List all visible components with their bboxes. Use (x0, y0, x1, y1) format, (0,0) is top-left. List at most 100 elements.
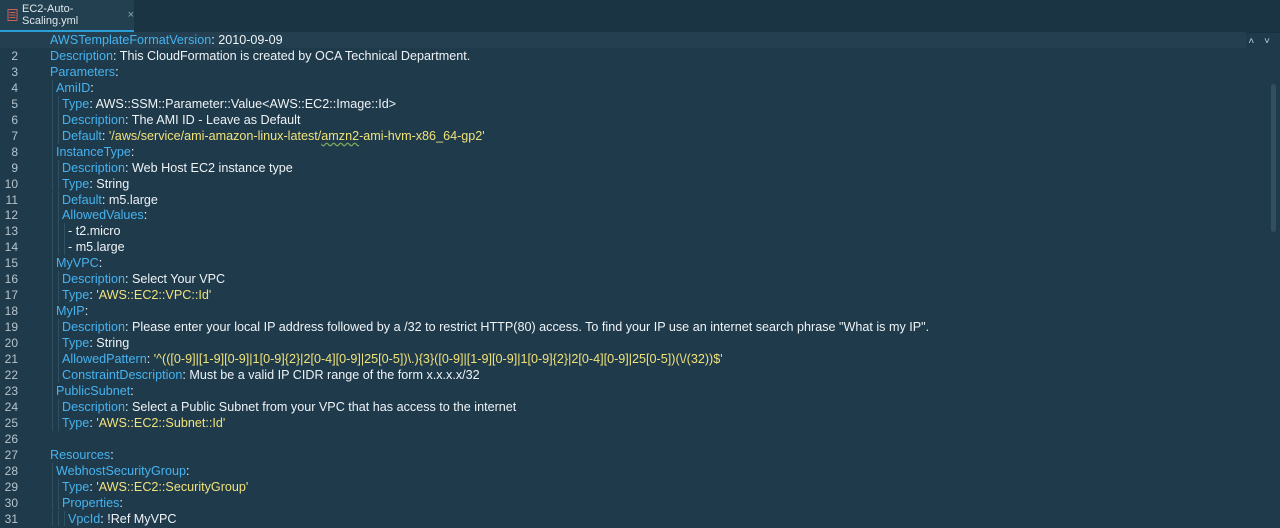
yaml-text: - t2.micro (68, 224, 121, 239)
yaml-key: AllowedPattern (62, 352, 147, 366)
indent-guide (52, 239, 53, 256)
indent-guide (58, 159, 59, 176)
vertical-scrollbar[interactable] (1271, 84, 1276, 232)
code-line[interactable]: WebhostSecurityGroup: (0, 463, 189, 479)
code-line[interactable]: Default: '/aws/service/ami-amazon-linux-… (0, 128, 485, 144)
code-area[interactable]: AWSTemplateFormatVersion: 2010-09-09 Desc… (0, 32, 1280, 528)
indent-guide (58, 478, 59, 495)
code-line[interactable]: AmiID: (0, 80, 94, 96)
yaml-key: InstanceType (56, 144, 131, 159)
indent-guide (52, 398, 53, 415)
yaml-text: : (130, 383, 134, 398)
indent-guide (58, 414, 59, 431)
code-line[interactable]: Type: 'AWS::EC2::Subnet::Id' (0, 415, 225, 431)
code-line[interactable]: Description: Please enter your local IP … (0, 319, 929, 335)
indent-guide (52, 494, 53, 511)
indent-guide (52, 462, 53, 479)
yaml-text: : (98, 256, 103, 271)
yaml-text: : (110, 447, 114, 462)
indent-guide (52, 303, 53, 320)
code-line[interactable]: Type: 'AWS::EC2::VPC::Id' (0, 287, 211, 303)
yaml-text: : Please enter your local IP address fol… (125, 320, 930, 335)
indent-guide (58, 319, 59, 336)
code-line[interactable]: Parameters: (0, 64, 119, 80)
indent-guide (52, 79, 53, 96)
yaml-key: AllowedValues (62, 208, 144, 223)
yaml-key: Type (62, 96, 90, 111)
code-line[interactable]: - m5.large (0, 239, 125, 255)
indent-guide (58, 95, 59, 112)
yaml-text: : !Ref MyVPC (100, 511, 177, 526)
yaml-key: AWSTemplateFormatVersion (50, 33, 212, 47)
code-line[interactable] (0, 431, 50, 447)
indent-guide (64, 239, 65, 256)
yaml-key: Description (62, 320, 125, 335)
code-line[interactable]: Properties: (0, 495, 123, 511)
indent-guide (52, 319, 53, 336)
indent-guide (58, 287, 59, 304)
indent-guide (58, 510, 59, 527)
yaml-text: : Select a Public Subnet from your VPC t… (125, 399, 517, 414)
code-line[interactable]: Description: Select Your VPC (0, 271, 225, 287)
code-line[interactable]: ConstraintDescription: Must be a valid I… (0, 367, 480, 383)
code-line[interactable]: AllowedPattern: '^(([0-9]|[1-9][0-9]|1[0… (0, 351, 723, 367)
code-line[interactable]: PublicSubnet: (0, 383, 134, 399)
tab-ec2-auto-scaling[interactable]: EC2-Auto-Scaling.yml × (0, 0, 134, 32)
indent-guide (58, 351, 59, 367)
yaml-key: AmiID (56, 80, 91, 95)
yaml-key: Resources (50, 447, 111, 462)
indent-guide (52, 366, 53, 383)
yaml-text: : 2010-09-09 (211, 33, 283, 47)
code-line[interactable]: Description: Web Host EC2 instance type (0, 160, 293, 176)
yaml-key: MyIP (56, 304, 85, 319)
code-line[interactable]: - t2.micro (0, 223, 120, 239)
indent-guide (58, 239, 59, 256)
code-line[interactable]: Type: String (0, 335, 129, 351)
indent-guide (52, 223, 53, 240)
code-line[interactable]: VpcId: !Ref MyVPC (0, 511, 177, 527)
tab-close-icon[interactable]: × (128, 9, 134, 21)
yaml-string: -ami-hvm-x86_64-gp2' (359, 128, 485, 143)
code-line[interactable]: Default: m5.large (0, 192, 158, 208)
yaml-key: Properties (62, 495, 120, 510)
code-line[interactable]: AWSTemplateFormatVersion: 2010-09-09 (0, 32, 1246, 48)
yaml-string: 'AWS::EC2::Subnet::Id' (96, 415, 226, 430)
indent-guide (58, 191, 59, 208)
indent-guide (52, 287, 53, 304)
yaml-text: : m5.large (101, 192, 158, 207)
yaml-key: Parameters (50, 64, 116, 79)
yaml-text: : This CloudFormation is created by OCA … (113, 48, 471, 63)
code-line[interactable]: Description: This CloudFormation is crea… (0, 48, 470, 64)
yaml-key: Type (62, 479, 90, 494)
yaml-string: 'AWS::EC2::VPC::Id' (96, 288, 212, 303)
code-line[interactable]: Type: 'AWS::EC2::SecurityGroup' (0, 479, 248, 495)
code-line[interactable]: AllowedValues: (0, 207, 147, 223)
code-line[interactable]: Type: String (0, 176, 129, 192)
yaml-key: Description (62, 399, 125, 414)
code-line[interactable]: MyIP: (0, 303, 88, 319)
yaml-text: : (90, 80, 94, 95)
code-line[interactable]: Description: The AMI ID - Leave as Defau… (0, 112, 300, 128)
indent-guide (58, 398, 59, 415)
code-line[interactable]: InstanceType: (0, 144, 134, 160)
yaml-key: Type (62, 336, 90, 351)
yaml-text: : (119, 495, 123, 510)
yaml-text: : Web Host EC2 instance type (125, 160, 293, 175)
indent-guide (64, 223, 65, 240)
yaml-key: PublicSubnet (56, 383, 131, 398)
code-line[interactable]: Resources: (0, 447, 114, 463)
code-line[interactable]: Description: Select a Public Subnet from… (0, 399, 516, 415)
yaml-text: : (185, 463, 190, 478)
yaml-string: '/aws/service/ami-amazon-linux-latest/ (108, 128, 322, 143)
indent-guide (52, 271, 53, 288)
yaml-key: Description (62, 112, 125, 127)
code-editor[interactable]: 1234567891011121314151617181920212223242… (0, 32, 1280, 528)
indent-guide (52, 478, 53, 495)
code-line[interactable]: Type: AWS::SSM::Parameter::Value<AWS::EC… (0, 96, 396, 112)
yaml-string: amzn2 (321, 128, 360, 143)
yaml-text: : String (89, 336, 130, 351)
yaml-text: : (101, 128, 109, 143)
yaml-key: Description (50, 48, 113, 63)
indent-guide (52, 382, 53, 399)
indent-guide (58, 223, 59, 240)
